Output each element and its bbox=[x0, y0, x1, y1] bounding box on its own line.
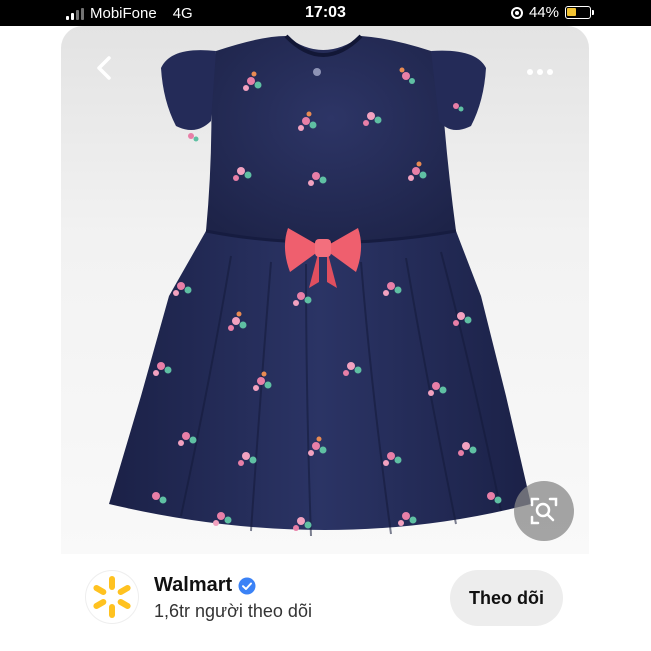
visual-search-button[interactable] bbox=[514, 481, 574, 541]
battery-info: 44% bbox=[510, 4, 594, 21]
spark-icon bbox=[93, 576, 131, 618]
battery-icon bbox=[565, 6, 594, 19]
brand-row: Walmart bbox=[154, 574, 256, 597]
more-horizontal-icon bbox=[527, 69, 533, 75]
more-options-button[interactable] bbox=[527, 66, 559, 78]
product-photo[interactable] bbox=[61, 26, 589, 554]
back-button[interactable] bbox=[91, 52, 119, 84]
chevron-left-icon bbox=[97, 56, 111, 80]
profile-bar: Walmart 1,6tr người theo dõi Theo dõi bbox=[61, 554, 589, 651]
walmart-logo[interactable] bbox=[86, 571, 138, 623]
dress-image bbox=[109, 34, 531, 537]
follower-count: 1,6tr người theo dõi bbox=[154, 601, 312, 621]
rotation-lock-icon bbox=[510, 6, 523, 19]
verified-badge-icon bbox=[238, 577, 256, 594]
battery-percent: 44% bbox=[528, 4, 559, 21]
profile-name[interactable]: Walmart bbox=[154, 574, 232, 597]
visual-search-icon bbox=[530, 497, 558, 525]
follow-button[interactable]: Theo dõi bbox=[450, 570, 563, 626]
status-bar: MobiFone 4G 17:03 44% bbox=[0, 0, 651, 26]
